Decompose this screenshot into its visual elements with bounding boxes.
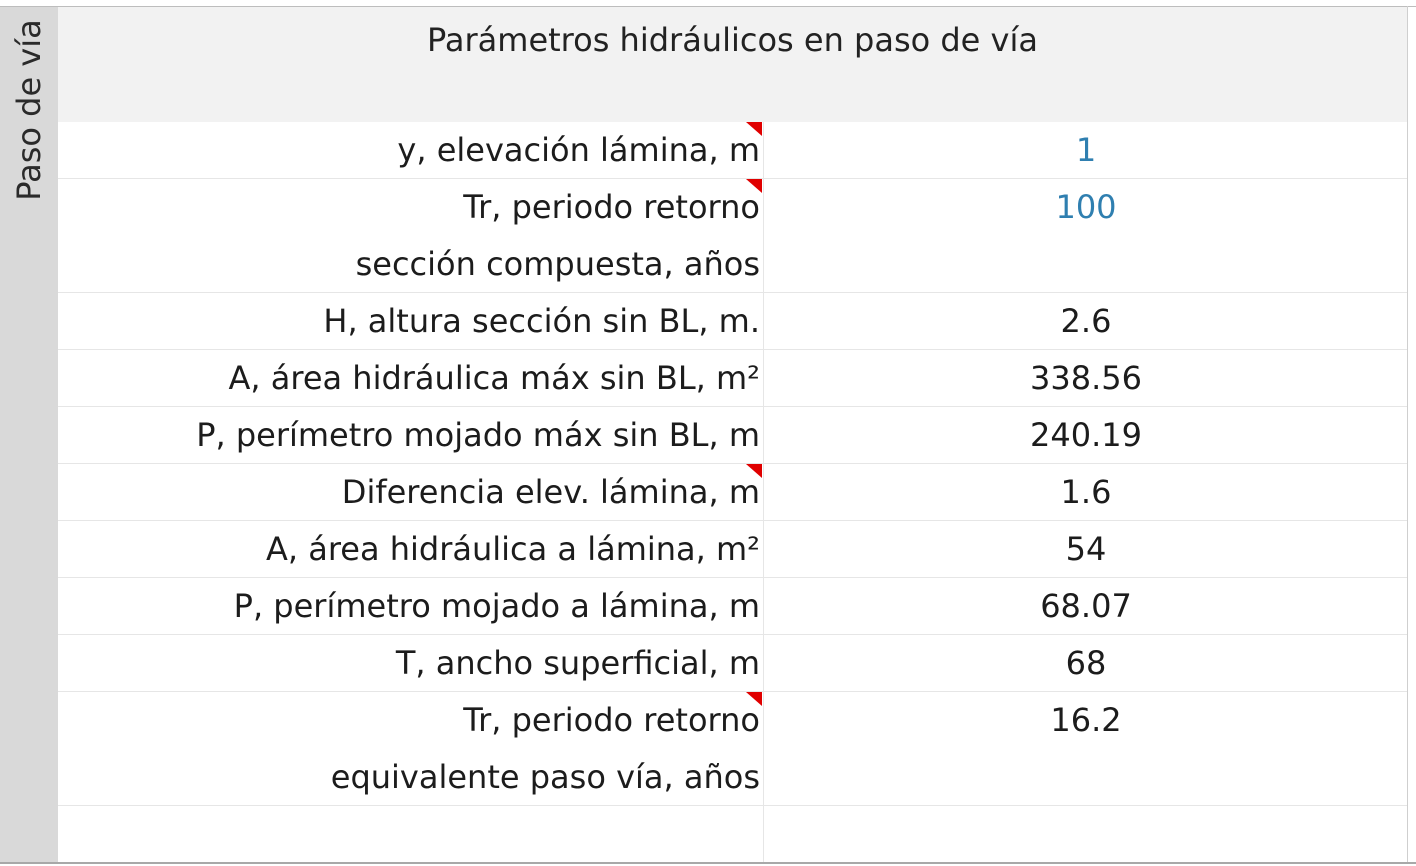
parameter-label-cell[interactable]: T, ancho superficial, m bbox=[58, 635, 760, 692]
column-divider bbox=[763, 122, 764, 178]
parameter-label: Diferencia elev. lámina, m bbox=[341, 473, 760, 511]
parameter-label-cell[interactable]: H, altura sección sin BL, m. bbox=[58, 293, 760, 350]
parameter-label: Tr, periodo retorno bbox=[463, 188, 760, 226]
parameter-label-cell[interactable]: y, elevación lámina, m bbox=[58, 122, 760, 179]
computed-value-cell[interactable]: 68 bbox=[765, 635, 1407, 692]
computed-value-cell[interactable]: 54 bbox=[765, 521, 1407, 578]
computed-value-cell[interactable]: 1.6 bbox=[765, 464, 1407, 521]
comment-indicator-icon[interactable] bbox=[746, 464, 762, 478]
input-value-cell[interactable]: 100 bbox=[765, 179, 1407, 236]
computed-value-cell[interactable]: 338.56 bbox=[765, 350, 1407, 407]
column-divider bbox=[763, 179, 764, 292]
table-row: T, ancho superficial, m 68 bbox=[58, 635, 1407, 692]
column-divider bbox=[763, 578, 764, 634]
input-value-cell[interactable]: 1 bbox=[765, 122, 1407, 179]
table-row: Tr, periodo retorno sección compuesta, añ… bbox=[58, 179, 1407, 293]
table-row: Tr, periodo retorno equivalente paso vía,… bbox=[58, 692, 1407, 806]
parameter-label-cell[interactable]: A, área hidráulica máx sin BL, m² bbox=[58, 350, 760, 407]
table-row: Diferencia elev. lámina, m 1.6 bbox=[58, 464, 1407, 521]
parameter-label: P, perímetro mojado a lámina, m bbox=[233, 587, 760, 625]
computed-value-cell[interactable]: 2.6 bbox=[765, 293, 1407, 350]
parameter-label-cell[interactable]: P, perímetro mojado máx sin BL, m bbox=[58, 407, 760, 464]
parameter-label: y, elevación lámina, m bbox=[397, 131, 760, 169]
table-row: y, elevación lámina, m1 bbox=[58, 122, 1407, 179]
table-row: A, área hidráulica a lámina, m² 54 bbox=[58, 521, 1407, 578]
column-divider bbox=[763, 293, 764, 349]
column-divider bbox=[763, 521, 764, 577]
parameter-label-cell[interactable]: Diferencia elev. lámina, m bbox=[58, 464, 760, 521]
table-row: P, perímetro mojado máx sin BL, m 240.19 bbox=[58, 407, 1407, 464]
section-header[interactable]: Parámetros hidráulicos en paso de vía bbox=[58, 7, 1407, 122]
parameter-label: A, área hidráulica a lámina, m² bbox=[265, 530, 760, 568]
parameters-table: y, elevación lámina, m 1 Tr, periodo retor… bbox=[58, 122, 1407, 862]
spreadsheet-sheet: Paso de vía Parámetros hidráulicos en pa… bbox=[0, 0, 1416, 866]
side-section-label: Paso de vía bbox=[10, 19, 48, 201]
computed-value-cell[interactable]: 68.07 bbox=[765, 578, 1407, 635]
parameter-label-line2: sección compuesta, años bbox=[355, 245, 760, 283]
computed-value-cell[interactable]: 16.2 bbox=[765, 692, 1407, 749]
column-divider bbox=[763, 806, 764, 862]
column-divider bbox=[763, 635, 764, 691]
column-divider bbox=[763, 692, 764, 805]
parameter-label-cell[interactable]: P, perímetro mojado a lámina, m bbox=[58, 578, 760, 635]
side-section-band[interactable]: Paso de vía bbox=[0, 7, 58, 863]
parameter-label: P, perímetro mojado máx sin BL, m bbox=[196, 416, 760, 454]
section-title: Parámetros hidráulicos en paso de vía bbox=[427, 21, 1038, 59]
parameter-label-cell[interactable]: Tr, periodo retorno equivalente paso vía,… bbox=[58, 692, 760, 806]
column-divider bbox=[763, 407, 764, 463]
column-divider bbox=[763, 350, 764, 406]
parameter-label: A, área hidráulica máx sin BL, m² bbox=[228, 359, 760, 397]
comment-indicator-icon[interactable] bbox=[746, 179, 762, 193]
comment-indicator-icon[interactable] bbox=[746, 122, 762, 136]
right-border bbox=[1407, 6, 1408, 864]
parameter-label-cell[interactable]: Tr, periodo retorno sección compuesta, añ… bbox=[58, 179, 760, 293]
table-row: H, altura sección sin BL, m. 2.6 bbox=[58, 293, 1407, 350]
computed-value-cell[interactable]: 240.19 bbox=[765, 407, 1407, 464]
parameter-label: H, altura sección sin BL, m. bbox=[323, 302, 760, 340]
parameter-label-cell[interactable]: A, área hidráulica a lámina, m² bbox=[58, 521, 760, 578]
empty-row[interactable] bbox=[58, 806, 1407, 862]
parameter-label-line2: equivalente paso vía, años bbox=[330, 758, 760, 796]
bottom-border bbox=[0, 862, 1416, 864]
table-row: A, área hidráulica máx sin BL, m² 338.56 bbox=[58, 350, 1407, 407]
parameter-label: Tr, periodo retorno bbox=[463, 701, 760, 739]
comment-indicator-icon[interactable] bbox=[746, 692, 762, 706]
column-divider bbox=[763, 464, 764, 520]
table-row: P, perímetro mojado a lámina, m 68.07 bbox=[58, 578, 1407, 635]
parameter-label: T, ancho superficial, m bbox=[395, 644, 760, 682]
